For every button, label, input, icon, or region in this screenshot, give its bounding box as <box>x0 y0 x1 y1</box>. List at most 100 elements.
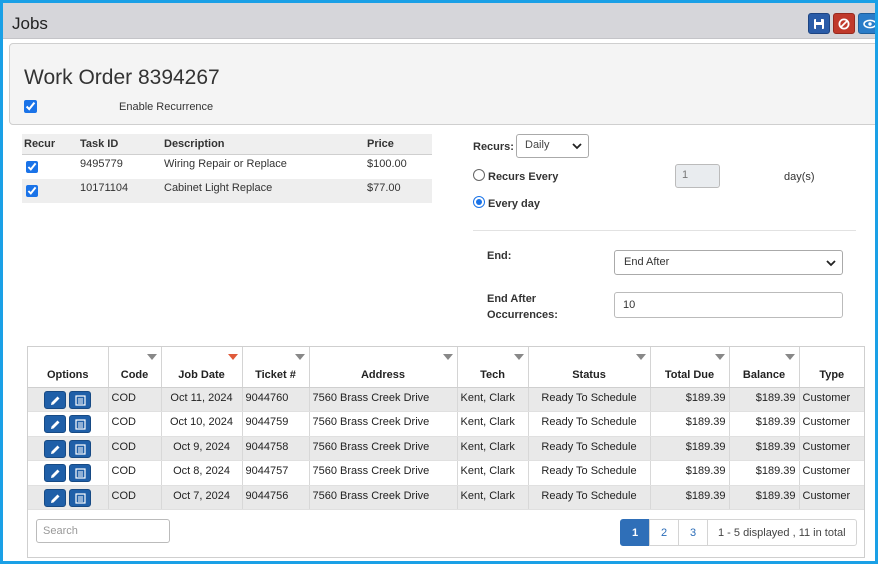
details-button[interactable] <box>69 464 91 482</box>
job-total-due: $189.39 <box>650 485 730 510</box>
col-recur: Recur <box>22 134 78 155</box>
ban-icon <box>838 18 850 29</box>
every-day-radio[interactable] <box>473 196 485 208</box>
recur-checkbox[interactable] <box>26 160 38 173</box>
job-balance: $189.39 <box>729 460 800 486</box>
job-date: Oct 10, 2024 <box>161 411 243 437</box>
recurs-every-radio[interactable] <box>473 169 485 181</box>
sort-arrow-icon <box>513 354 524 360</box>
work-order-title: Work Order 8394267 <box>24 66 220 89</box>
task-id: 10171104 <box>78 178 162 203</box>
details-button[interactable] <box>69 390 91 409</box>
job-date: Oct 11, 2024 <box>161 387 243 412</box>
save-button[interactable] <box>808 13 830 34</box>
table-row[interactable]: COD Oct 10, 2024 9044759 7560 Brass Creek D… <box>28 411 864 437</box>
job-type: Customer <box>799 460 864 486</box>
edit-button[interactable] <box>44 390 66 409</box>
job-total-due: $189.39 <box>650 387 730 412</box>
preview-button[interactable] <box>858 13 875 34</box>
recurs-label: Recurs: <box>473 141 514 153</box>
job-date: Oct 9, 2024 <box>161 436 243 461</box>
job-type: Customer <box>799 485 864 510</box>
work-order-panel: Work Order 8394267 Enable Recurrence <box>9 43 875 125</box>
job-address: 7560 Brass Creek Drive <box>309 411 458 437</box>
job-status: Ready To Schedule <box>528 436 651 461</box>
task-row: 9495779 Wiring Repair or Replace $100.00 <box>22 154 432 179</box>
jobs-table: Options Code Job Date Ticket # Address T… <box>28 347 864 510</box>
col-code[interactable]: Code <box>108 347 162 388</box>
page-2-button[interactable]: 2 <box>649 519 679 546</box>
sort-arrow-icon <box>294 354 305 360</box>
job-code: COD <box>108 411 162 437</box>
job-tech: Kent, Clark <box>457 411 529 437</box>
job-status: Ready To Schedule <box>528 411 651 437</box>
edit-button[interactable] <box>44 439 66 458</box>
row-options <box>28 460 109 486</box>
task-description: Cabinet Light Replace <box>162 178 365 203</box>
occurrences-input[interactable]: 10 <box>614 292 843 318</box>
sort-arrow-icon <box>714 354 725 360</box>
cancel-button[interactable] <box>833 13 855 34</box>
job-code: COD <box>108 387 162 412</box>
sort-arrow-icon <box>635 354 646 360</box>
col-tech[interactable]: Tech <box>457 347 529 388</box>
col-ticket[interactable]: Ticket # <box>242 347 310 388</box>
col-balance[interactable]: Balance <box>729 347 800 388</box>
col-options: Options <box>28 347 109 388</box>
chevron-down-icon <box>826 260 836 267</box>
job-balance: $189.39 <box>729 436 800 461</box>
enable-recurrence-label: Enable Recurrence <box>119 101 214 113</box>
table-row[interactable]: COD Oct 8, 2024 9044757 7560 Brass Creek Dr… <box>28 460 864 486</box>
job-tech: Kent, Clark <box>457 387 529 412</box>
job-type: Customer <box>799 387 864 412</box>
job-address: 7560 Brass Creek Drive <box>309 485 458 510</box>
edit-button[interactable] <box>44 464 66 482</box>
job-total-due: $189.39 <box>650 411 730 437</box>
details-button[interactable] <box>69 439 91 458</box>
recur-checkbox[interactable] <box>26 184 38 197</box>
table-row[interactable]: COD Oct 9, 2024 9044758 7560 Brass Creek Dr… <box>28 436 864 461</box>
sort-arrow-active-icon <box>227 354 238 360</box>
details-button[interactable] <box>69 415 91 433</box>
task-description: Wiring Repair or Replace <box>164 157 287 170</box>
details-button[interactable] <box>69 488 91 507</box>
job-ticket: 9044760 <box>242 387 310 412</box>
task-table-header: Recur Task ID Description Price <box>22 134 432 155</box>
job-address: 7560 Brass Creek Drive <box>309 460 458 486</box>
recurs-frequency-select[interactable]: Daily <box>516 134 589 158</box>
chevron-down-icon <box>572 143 582 150</box>
every-day-label: Every day <box>488 198 540 210</box>
task-price: $100.00 <box>367 157 407 170</box>
col-type: Type <box>799 347 864 388</box>
task-id: 9495779 <box>80 157 123 170</box>
table-row[interactable]: COD Oct 11, 2024 9044760 7560 Brass Creek D… <box>28 387 864 412</box>
end-type-select[interactable]: End After <box>614 250 843 275</box>
app-frame: Jobs Work Order 8394267 Enable Recurrenc… <box>0 0 878 564</box>
end-label: End: <box>487 250 512 262</box>
page-1-button[interactable]: 1 <box>620 519 650 546</box>
search-input[interactable]: Search <box>36 519 170 543</box>
task-row: 10171104 Cabinet Light Replace $77.00 <box>22 178 432 203</box>
job-status: Ready To Schedule <box>528 460 651 486</box>
enable-recurrence-checkbox[interactable] <box>24 100 37 113</box>
task-price: $77.00 <box>365 178 432 203</box>
job-total-due: $189.39 <box>650 436 730 461</box>
edit-button[interactable] <box>44 488 66 507</box>
recurs-every-input[interactable]: 1 <box>675 164 720 188</box>
job-balance: $189.39 <box>729 485 800 510</box>
edit-button[interactable] <box>44 415 66 433</box>
sort-arrow-icon <box>784 354 795 360</box>
job-status: Ready To Schedule <box>528 387 651 412</box>
job-tech: Kent, Clark <box>457 460 529 486</box>
table-row[interactable]: COD Oct 7, 2024 9044756 7560 Brass Creek Dr… <box>28 485 864 510</box>
task-table: Recur Task ID Description Price 9495779 … <box>22 134 432 203</box>
col-address[interactable]: Address <box>309 347 458 388</box>
eye-icon <box>863 19 875 28</box>
col-total-due[interactable]: Total Due <box>650 347 730 388</box>
divider <box>473 230 856 231</box>
page-3-button[interactable]: 3 <box>678 519 708 546</box>
col-job-date[interactable]: Job Date <box>161 347 243 388</box>
col-status[interactable]: Status <box>528 347 651 388</box>
col-price: Price <box>365 134 432 155</box>
job-address: 7560 Brass Creek Drive <box>309 436 458 461</box>
